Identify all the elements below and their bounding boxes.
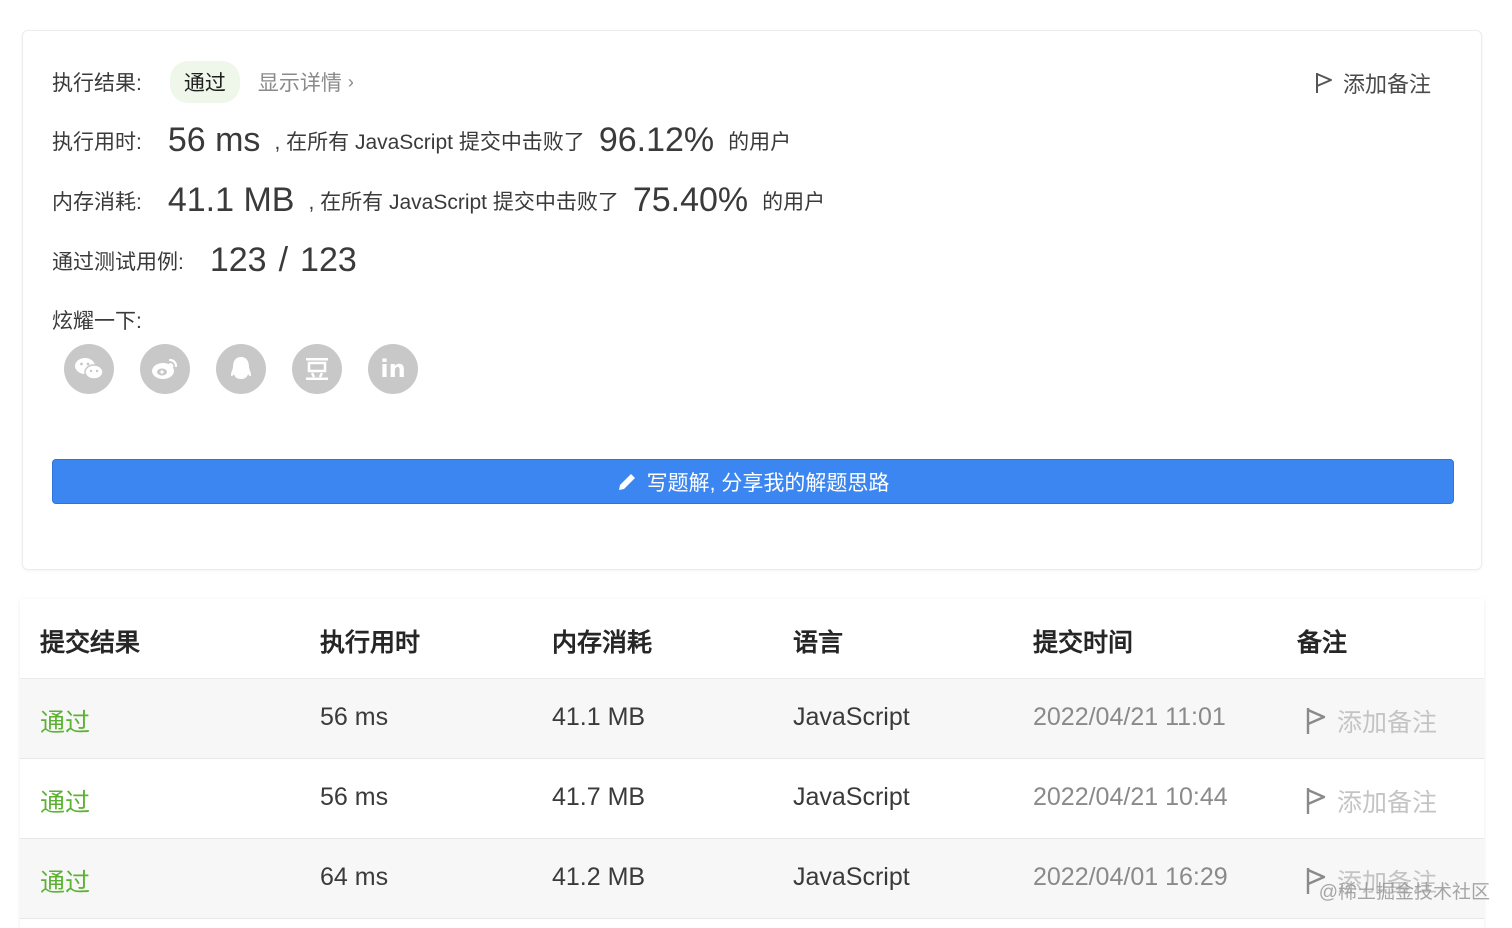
header-language: 语言 <box>793 629 844 657</box>
linkedin-icon[interactable]: in <box>368 344 418 394</box>
runtime-percent: 96.12% <box>598 121 715 159</box>
wechat-icon[interactable] <box>64 344 114 394</box>
runtime-row: 执行用时: 56 ms , 在所有 JavaScript 提交中击败了 96.1… <box>52 121 791 160</box>
row-language: JavaScript <box>793 863 910 891</box>
table-header: 提交结果 执行用时 内存消耗 语言 提交时间 备注 <box>20 599 1484 679</box>
table-row[interactable]: 通过 56 ms 41.7 MB JavaScript 2022/04/21 1… <box>20 759 1484 839</box>
memory-value: 41.1 MB <box>167 181 295 219</box>
header-time: 提交时间 <box>1033 629 1134 657</box>
submissions-table: 提交结果 执行用时 内存消耗 语言 提交时间 备注 通过 56 ms 41.1 … <box>20 599 1484 928</box>
qq-icon[interactable] <box>216 344 266 394</box>
douban-icon[interactable] <box>292 344 342 394</box>
share-label-row: 炫耀一下: <box>52 305 142 335</box>
row-runtime: 56 ms <box>320 703 389 731</box>
row-time: 2022/04/21 10:44 <box>1033 783 1228 811</box>
row-memory: 41.1 MB <box>552 703 646 731</box>
header-status: 提交结果 <box>40 629 141 657</box>
add-note-button[interactable]: 添加备注 <box>1315 67 1431 99</box>
write-solution-button[interactable]: 写题解, 分享我的解题思路 <box>52 459 1454 504</box>
row-language: JavaScript <box>793 783 910 811</box>
runtime-beat-text: , 在所有 JavaScript 提交中击败了 <box>274 130 585 154</box>
table-row[interactable]: 通过 56 ms 41.1 MB JavaScript 2022/04/21 1… <box>20 679 1484 759</box>
row-add-note-button[interactable]: 添加备注 <box>1305 703 1437 739</box>
row-status[interactable]: 通过 <box>40 783 90 819</box>
pencil-icon <box>618 473 635 490</box>
memory-label: 内存消耗: <box>52 190 142 214</box>
row-time: 2022/04/01 16:29 <box>1033 863 1228 891</box>
watermark: @稀土掘金技术社区 <box>1318 882 1490 903</box>
flag-icon <box>1306 788 1326 814</box>
row-status[interactable]: 通过 <box>40 703 90 739</box>
weibo-icon[interactable] <box>140 344 190 394</box>
testcases-separator: / <box>278 241 289 279</box>
row-time: 2022/04/21 11:01 <box>1033 703 1226 731</box>
add-note-label: 添加备注 <box>1342 72 1431 97</box>
status-badge: 通过 <box>169 61 240 103</box>
result-row: 执行结果: 通过 显示详情 › <box>52 61 354 103</box>
show-details-link[interactable]: 显示详情 › <box>258 67 354 97</box>
share-buttons: in <box>64 344 418 394</box>
row-memory: 41.2 MB <box>552 863 646 891</box>
result-card: 执行结果: 通过 显示详情 › 添加备注 执行用时: 56 ms , 在所有 J… <box>22 30 1482 570</box>
header-note: 备注 <box>1297 629 1348 657</box>
show-details-label: 显示详情 <box>257 72 342 95</box>
memory-suffix: 的用户 <box>762 190 826 214</box>
testcases-row: 通过测试用例: 123 / 123 <box>52 241 357 280</box>
result-label: 执行结果: <box>52 72 142 95</box>
row-memory: 41.7 MB <box>552 783 646 811</box>
row-status[interactable]: 通过 <box>40 863 90 899</box>
header-runtime: 执行用时 <box>320 629 421 657</box>
share-label: 炫耀一下: <box>52 310 142 333</box>
header-memory: 内存消耗 <box>552 629 653 657</box>
row-note-label: 添加备注 <box>1337 789 1438 817</box>
row-runtime: 64 ms <box>320 863 389 891</box>
testcases-passed: 123 <box>209 241 267 279</box>
testcases-label: 通过测试用例: <box>52 250 184 274</box>
row-note-label: 添加备注 <box>1337 709 1438 737</box>
table-row[interactable]: 通过 64 ms 41.2 MB JavaScript 2022/04/01 1… <box>20 839 1484 919</box>
chevron-right-icon: › <box>347 71 354 92</box>
flag-icon <box>1306 708 1326 734</box>
write-solution-label: 写题解, 分享我的解题思路 <box>646 471 890 495</box>
memory-percent: 75.40% <box>632 181 749 219</box>
flag-icon <box>1315 73 1332 93</box>
memory-row: 内存消耗: 41.1 MB , 在所有 JavaScript 提交中击败了 75… <box>52 181 825 220</box>
runtime-value: 56 ms <box>167 121 261 159</box>
memory-beat-text: , 在所有 JavaScript 提交中击败了 <box>308 190 619 214</box>
row-runtime: 56 ms <box>320 783 389 811</box>
row-add-note-button[interactable]: 添加备注 <box>1305 783 1437 819</box>
row-language: JavaScript <box>793 703 910 731</box>
runtime-label: 执行用时: <box>52 130 142 154</box>
runtime-suffix: 的用户 <box>728 130 792 154</box>
testcases-total: 123 <box>300 241 357 279</box>
